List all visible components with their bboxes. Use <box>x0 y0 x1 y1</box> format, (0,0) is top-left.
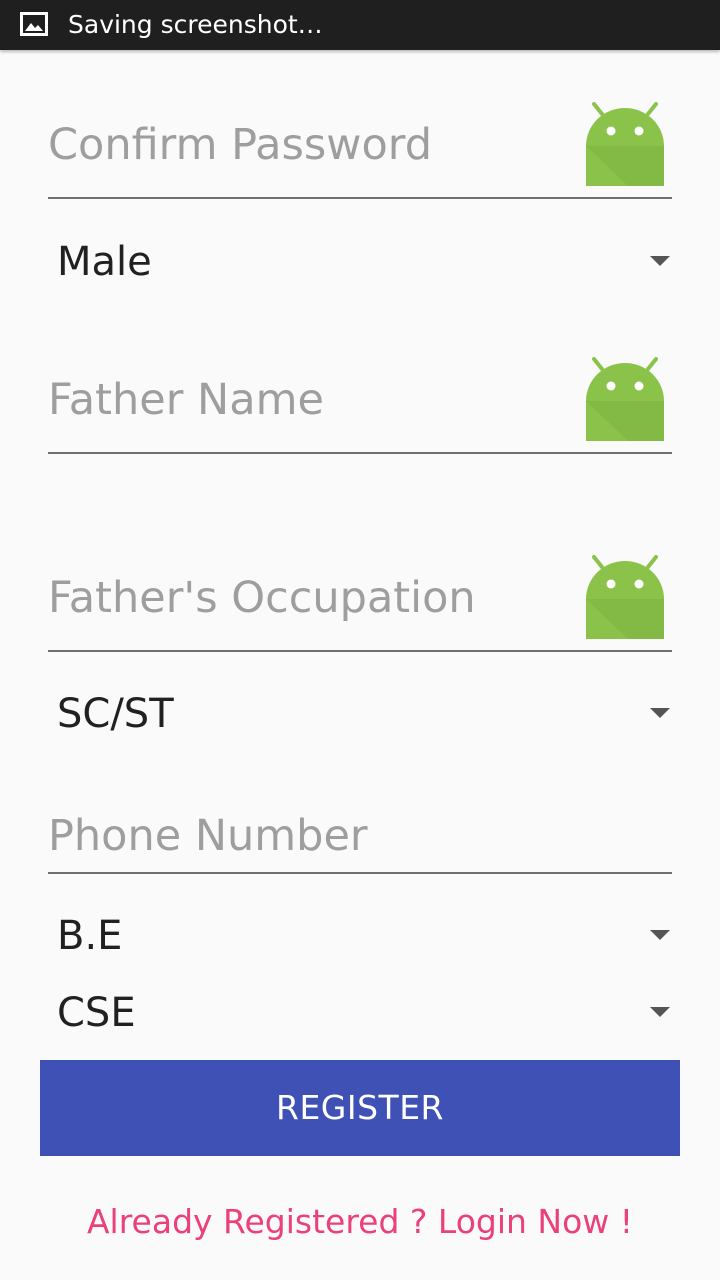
notification-text: Saving screenshot… <box>68 10 323 39</box>
father-occupation-input[interactable] <box>48 568 672 628</box>
branch-spinner[interactable]: CSE <box>48 981 672 1045</box>
father-name-input[interactable] <box>48 370 672 430</box>
android-icon[interactable] <box>584 555 666 641</box>
dropdown-arrow-icon <box>650 1007 670 1017</box>
login-link[interactable]: Already Registered ? Login Now ! <box>0 1196 720 1248</box>
confirm-password-field <box>48 115 672 200</box>
android-icon[interactable] <box>584 102 666 188</box>
father-occupation-field <box>48 568 672 653</box>
image-icon <box>20 12 48 36</box>
confirm-password-input[interactable] <box>48 115 672 175</box>
field-underline <box>48 452 672 454</box>
degree-spinner[interactable]: B.E <box>48 904 672 968</box>
gender-spinner[interactable]: Male <box>48 230 672 294</box>
dropdown-arrow-icon <box>650 708 670 718</box>
branch-selected: CSE <box>57 990 136 1036</box>
dropdown-arrow-icon <box>650 930 670 940</box>
register-button[interactable]: REGISTER <box>40 1060 680 1156</box>
gender-selected: Male <box>57 239 152 285</box>
status-bar: Saving screenshot… <box>0 0 720 50</box>
field-underline <box>48 197 672 199</box>
father-name-field <box>48 370 672 455</box>
android-icon[interactable] <box>584 357 666 443</box>
field-underline <box>48 650 672 652</box>
phone-number-input[interactable] <box>48 806 672 866</box>
degree-selected: B.E <box>57 913 123 959</box>
field-underline <box>48 872 672 874</box>
category-spinner[interactable]: SC/ST <box>48 682 672 746</box>
phone-number-field <box>48 806 672 876</box>
dropdown-arrow-icon <box>650 256 670 266</box>
category-selected: SC/ST <box>57 691 174 737</box>
